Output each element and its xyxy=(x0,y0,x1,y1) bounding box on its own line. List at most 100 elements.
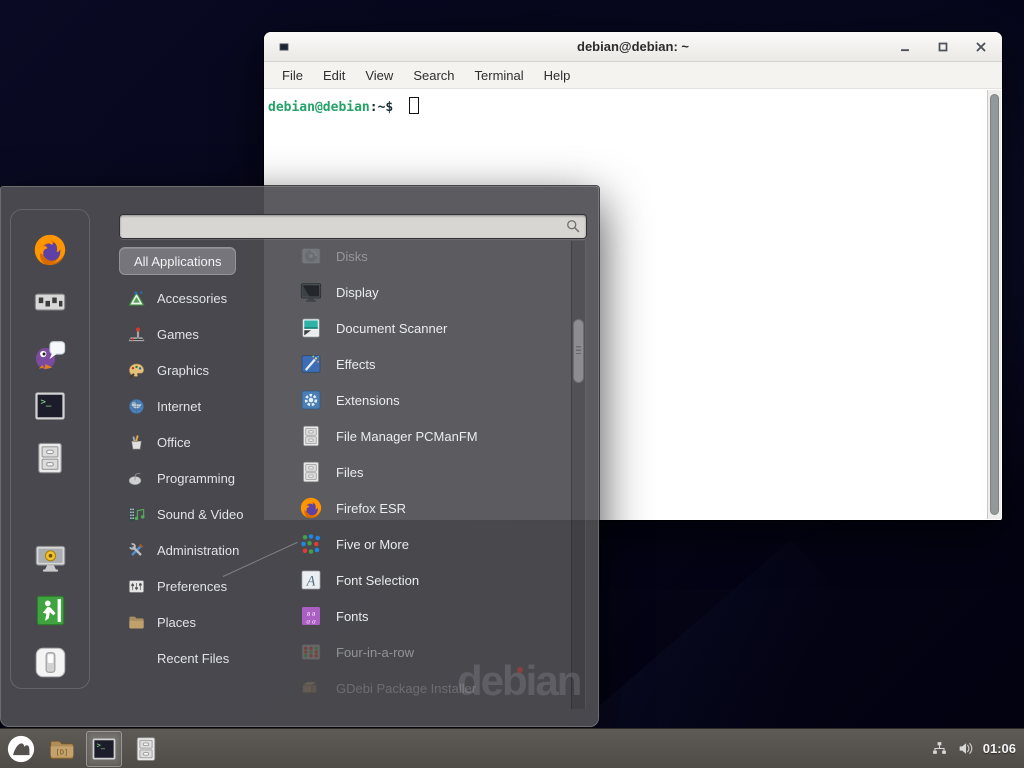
terminal-cursor xyxy=(409,97,419,114)
category-places[interactable]: Places xyxy=(117,604,285,640)
taskbar: [D] >_ 01:06 xyxy=(0,728,1024,768)
file-cabinet-icon xyxy=(32,440,68,476)
shut-down-button[interactable] xyxy=(31,636,69,688)
category-label: Internet xyxy=(157,399,201,414)
category-graphics[interactable]: Graphics xyxy=(117,352,285,388)
log-out-button[interactable] xyxy=(31,584,69,636)
taskbar-file-manager-button[interactable]: [D] xyxy=(44,731,80,767)
minimize-button[interactable] xyxy=(898,40,912,54)
menu-scrollbar-thumb[interactable] xyxy=(573,319,584,383)
app-firefox-esr[interactable]: Firefox ESR xyxy=(289,490,569,526)
maximize-button[interactable] xyxy=(936,40,950,54)
terminal-menu-help[interactable]: Help xyxy=(534,64,581,87)
taskbar-menu-button[interactable] xyxy=(4,732,38,766)
category-label: Graphics xyxy=(157,363,209,378)
app-label: GDebi Package Installer xyxy=(336,681,476,696)
app-font-selection[interactable]: AFont Selection xyxy=(289,562,569,598)
preferences-icon xyxy=(127,577,146,596)
favorite-messenger[interactable] xyxy=(31,328,69,380)
taskbar-files-button[interactable] xyxy=(128,731,164,767)
favorite-terminal[interactable]: >_ xyxy=(31,380,69,432)
category-label: Recent Files xyxy=(157,651,229,666)
category-games[interactable]: Games xyxy=(117,316,285,352)
app-four-in-a-row[interactable]: Four-in-a-row xyxy=(289,634,569,670)
app-fonts[interactable]: a aa aFonts xyxy=(289,598,569,634)
terminal-menu-edit[interactable]: Edit xyxy=(313,64,355,87)
display-icon xyxy=(299,280,323,304)
category-accessories[interactable]: Accessories xyxy=(117,280,285,316)
terminal-titlebar[interactable]: debian@debian: ~ xyxy=(264,32,1002,62)
office-icon xyxy=(127,433,146,452)
favorites-rail: >_ xyxy=(10,209,90,689)
app-five-or-more[interactable]: Five or More xyxy=(289,526,569,562)
category-administration[interactable]: Administration xyxy=(117,532,285,568)
app-files[interactable]: Files xyxy=(289,454,569,490)
category-internet[interactable]: Internet xyxy=(117,388,285,424)
shut-down-icon xyxy=(33,645,68,680)
application-list: Disks Display Document ScannerEffects Exten… xyxy=(289,238,569,706)
category-label: All Applications xyxy=(134,254,221,269)
tray-volume-icon[interactable] xyxy=(957,740,974,757)
tray-network-icon[interactable] xyxy=(931,740,948,757)
lock-screen-icon xyxy=(33,541,68,576)
menu-scrollbar[interactable] xyxy=(571,241,586,709)
window-controls xyxy=(898,40,988,54)
wallpaper-shape xyxy=(560,540,980,740)
firefox-icon xyxy=(299,496,323,520)
app-label: File Manager PCManFM xyxy=(336,429,478,444)
lock-screen-button[interactable] xyxy=(31,532,69,584)
file-cabinet-icon xyxy=(299,424,323,448)
app-document-scanner[interactable]: Document Scanner xyxy=(289,310,569,346)
terminal-menu-file[interactable]: File xyxy=(272,64,313,87)
sound-video-icon xyxy=(127,505,146,524)
games-icon xyxy=(127,325,146,344)
window-title: debian@debian: ~ xyxy=(264,39,1002,54)
search-icon xyxy=(565,218,581,234)
search-input[interactable] xyxy=(119,214,587,239)
app-effects[interactable]: Effects xyxy=(289,346,569,382)
category-label: Places xyxy=(157,615,196,630)
svg-text:[D]: [D] xyxy=(56,748,69,756)
terminal-scrollbar[interactable] xyxy=(987,90,1001,519)
prompt-path: :~$ xyxy=(370,100,393,115)
category-list: All Applications Accessories Games Graphics… xyxy=(117,247,285,676)
control-panel-icon xyxy=(32,284,68,320)
app-label: Extensions xyxy=(336,393,400,408)
taskbar-terminal-button[interactable]: >_ xyxy=(86,731,122,767)
terminal-menu-view[interactable]: View xyxy=(355,64,403,87)
category-sound-video[interactable]: Sound & Video xyxy=(117,496,285,532)
category-all-applications[interactable]: All Applications xyxy=(119,247,236,275)
app-extensions[interactable]: Extensions xyxy=(289,382,569,418)
app-file-manager-pcmanfm[interactable]: File Manager PCManFM xyxy=(289,418,569,454)
taskbar-launchers: [D] >_ xyxy=(0,731,164,767)
places-icon xyxy=(127,613,146,632)
folder-icon: [D] xyxy=(48,735,76,763)
taskbar-clock[interactable]: 01:06 xyxy=(983,741,1016,756)
internet-icon xyxy=(127,397,146,416)
category-label: Games xyxy=(157,327,199,342)
terminal-menu-terminal[interactable]: Terminal xyxy=(465,64,534,87)
programming-icon xyxy=(127,469,146,488)
terminal-scrollbar-thumb[interactable] xyxy=(990,94,999,515)
category-office[interactable]: Office xyxy=(117,424,285,460)
menu-logo-icon xyxy=(6,734,36,764)
firefox-icon xyxy=(32,232,68,268)
graphics-icon xyxy=(127,361,146,380)
app-label: Display xyxy=(336,285,379,300)
app-label: Disks xyxy=(336,249,368,264)
close-button[interactable] xyxy=(974,40,988,54)
terminal-menu-search[interactable]: Search xyxy=(403,64,464,87)
terminal-icon: >_ xyxy=(90,735,118,763)
svg-text:>_: >_ xyxy=(97,741,106,749)
favorite-firefox[interactable] xyxy=(31,224,69,276)
app-display[interactable]: Display xyxy=(289,274,569,310)
scanner-icon xyxy=(299,316,323,340)
category-recent-files[interactable]: Recent Files xyxy=(117,640,285,676)
app-gdebi-package-installer[interactable]: GDebi Package Installer xyxy=(289,670,569,706)
favorite-settings[interactable] xyxy=(31,276,69,328)
category-preferences[interactable]: Preferences xyxy=(117,568,285,604)
favorite-file-manager[interactable] xyxy=(31,432,69,484)
search-row xyxy=(119,214,587,239)
category-programming[interactable]: Programming xyxy=(117,460,285,496)
app-disks[interactable]: Disks xyxy=(289,238,569,274)
